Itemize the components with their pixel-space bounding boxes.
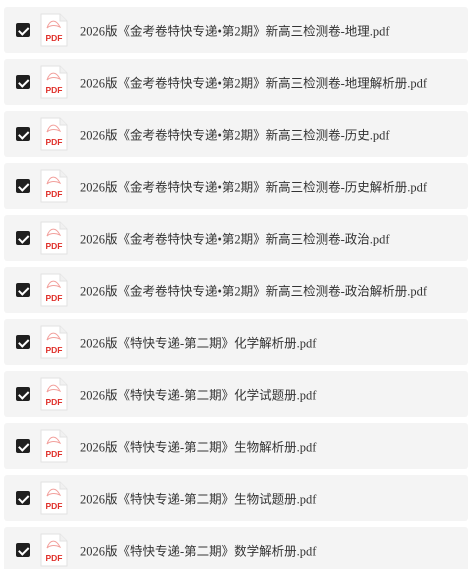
file-name: 2026版《特快专递-第二期》生物试题册.pdf <box>80 492 317 507</box>
checkbox-checked[interactable] <box>16 231 30 245</box>
pdf-icon-label: PDF <box>46 397 63 407</box>
file-row[interactable]: PDF 2026版《金考卷特快专递•第2期》新高三检测卷-地理解析册.pdf <box>4 59 468 105</box>
checkbox-checked[interactable] <box>16 179 30 193</box>
pdf-icon-label: PDF <box>46 85 63 95</box>
pdf-file-icon: PDF <box>40 273 68 307</box>
file-row[interactable]: PDF 2026版《特快专递-第二期》数学解析册.pdf <box>4 527 468 569</box>
checkbox-checked[interactable] <box>16 387 30 401</box>
pdf-icon-label: PDF <box>46 293 63 303</box>
file-name: 2026版《金考卷特快专递•第2期》新高三检测卷-政治.pdf <box>80 232 390 247</box>
file-row[interactable]: PDF 2026版《特快专递-第二期》生物试题册.pdf <box>4 475 468 521</box>
pdf-file-icon: PDF <box>40 325 68 359</box>
file-name: 2026版《特快专递-第二期》化学试题册.pdf <box>80 388 317 403</box>
pdf-icon-label: PDF <box>46 449 63 459</box>
file-row[interactable]: PDF 2026版《金考卷特快专递•第2期》新高三检测卷-政治解析册.pdf <box>4 267 468 313</box>
pdf-file-icon: PDF <box>40 65 68 99</box>
file-name: 2026版《金考卷特快专递•第2期》新高三检测卷-地理解析册.pdf <box>80 76 428 91</box>
pdf-icon-label: PDF <box>46 501 63 511</box>
file-name: 2026版《金考卷特快专递•第2期》新高三检测卷-历史.pdf <box>80 128 390 143</box>
file-name: 2026版《特快专递-第二期》数学解析册.pdf <box>80 544 317 559</box>
file-name: 2026版《金考卷特快专递•第2期》新高三检测卷-历史解析册.pdf <box>80 180 428 195</box>
pdf-file-icon: PDF <box>40 377 68 411</box>
checkbox-checked[interactable] <box>16 491 30 505</box>
file-row[interactable]: PDF 2026版《特快专递-第二期》化学试题册.pdf <box>4 371 468 417</box>
pdf-file-icon: PDF <box>40 169 68 203</box>
file-name: 2026版《特快专递-第二期》化学解析册.pdf <box>80 336 317 351</box>
file-name: 2026版《金考卷特快专递•第2期》新高三检测卷-地理.pdf <box>80 24 390 39</box>
checkbox-checked[interactable] <box>16 127 30 141</box>
checkbox-checked[interactable] <box>16 543 30 557</box>
pdf-icon-label: PDF <box>46 345 63 355</box>
pdf-file-icon: PDF <box>40 533 68 567</box>
pdf-file-icon: PDF <box>40 117 68 151</box>
file-row[interactable]: PDF 2026版《特快专递-第二期》生物解析册.pdf <box>4 423 468 469</box>
pdf-icon-label: PDF <box>46 241 63 251</box>
checkbox-checked[interactable] <box>16 439 30 453</box>
pdf-file-icon: PDF <box>40 429 68 463</box>
file-row[interactable]: PDF 2026版《特快专递-第二期》化学解析册.pdf <box>4 319 468 365</box>
checkbox-checked[interactable] <box>16 75 30 89</box>
pdf-file-icon: PDF <box>40 221 68 255</box>
file-row[interactable]: PDF 2026版《金考卷特快专递•第2期》新高三检测卷-历史解析册.pdf <box>4 163 468 209</box>
pdf-icon-label: PDF <box>46 189 63 199</box>
file-name: 2026版《金考卷特快专递•第2期》新高三检测卷-政治解析册.pdf <box>80 284 428 299</box>
checkbox-checked[interactable] <box>16 335 30 349</box>
file-name: 2026版《特快专递-第二期》生物解析册.pdf <box>80 440 317 455</box>
pdf-file-icon: PDF <box>40 481 68 515</box>
file-row[interactable]: PDF 2026版《金考卷特快专递•第2期》新高三检测卷-政治.pdf <box>4 215 468 261</box>
file-row[interactable]: PDF 2026版《金考卷特快专递•第2期》新高三检测卷-地理.pdf <box>4 7 468 53</box>
pdf-icon-label: PDF <box>46 137 63 147</box>
pdf-file-icon: PDF <box>40 13 68 47</box>
pdf-icon-label: PDF <box>46 33 63 43</box>
pdf-icon-label: PDF <box>46 553 63 563</box>
checkbox-checked[interactable] <box>16 23 30 37</box>
file-list: PDF 2026版《金考卷特快专递•第2期》新高三检测卷-地理.pdf PDF … <box>0 0 470 569</box>
file-row[interactable]: PDF 2026版《金考卷特快专递•第2期》新高三检测卷-历史.pdf <box>4 111 468 157</box>
checkbox-checked[interactable] <box>16 283 30 297</box>
